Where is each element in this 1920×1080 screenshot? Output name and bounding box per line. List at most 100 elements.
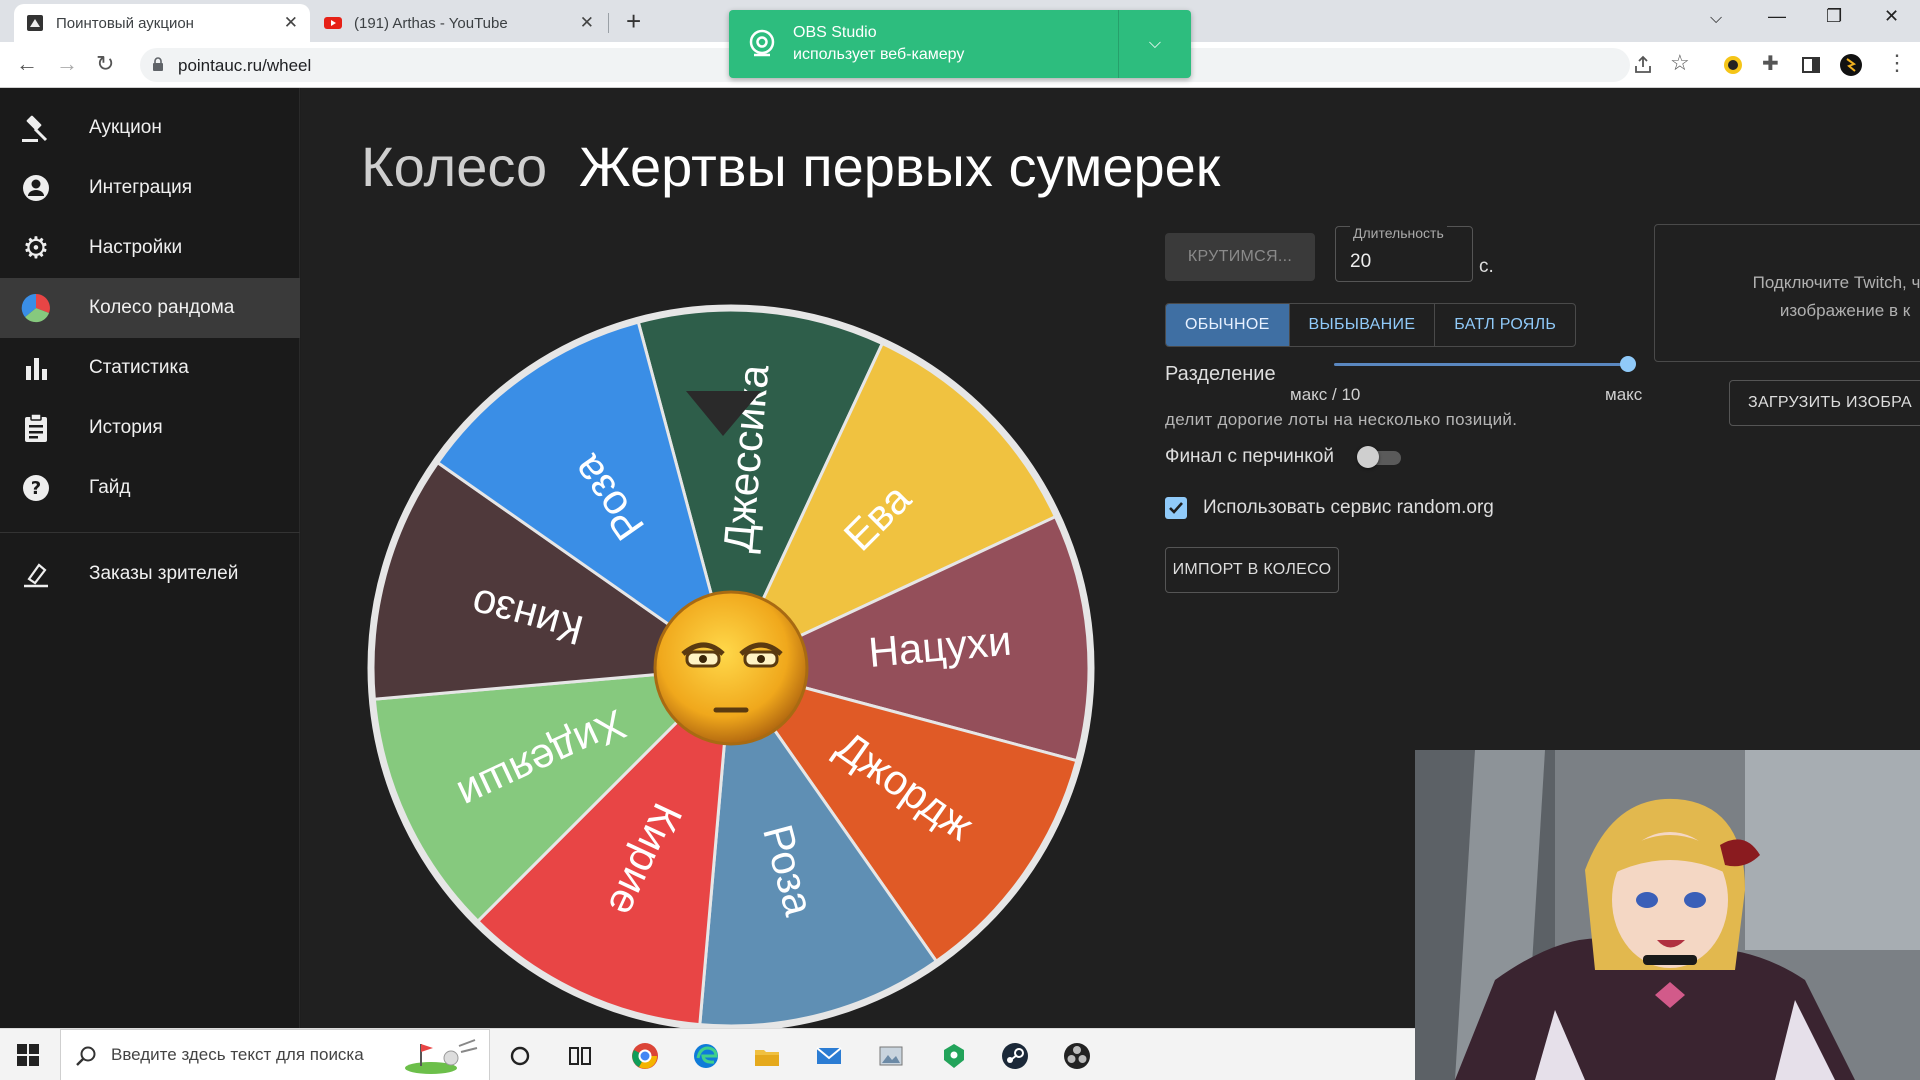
mode-elimination-button[interactable]: ВЫБЫВАНИЕ: [1290, 304, 1436, 346]
sidebar-item-viewer-orders[interactable]: Заказы зрителей: [0, 544, 300, 604]
windows-start-icon[interactable]: [16, 1043, 40, 1067]
obs-icon[interactable]: [1063, 1042, 1091, 1070]
browser-menu-icon[interactable]: ⋮: [1886, 50, 1908, 76]
webcam-anime-avatar: [1415, 750, 1920, 1080]
wheel-center-emoji-icon: [653, 590, 809, 746]
obs-notification-title: OBS Studio: [793, 24, 877, 41]
bookmark-star-icon[interactable]: ☆: [1670, 50, 1690, 76]
extension-badge-icon[interactable]: [1722, 54, 1744, 76]
sidebar-item-label: Заказы зрителей: [89, 563, 239, 584]
taskbar-search-input[interactable]: Введите здесь текст для поиска: [60, 1029, 490, 1080]
side-panel-icon[interactable]: [1800, 54, 1822, 76]
svg-text:?: ?: [31, 478, 41, 499]
twitch-connect-line: Подключите Twitch, что: [1752, 273, 1920, 292]
tab-separator: [608, 13, 609, 33]
help-icon: ?: [20, 472, 52, 504]
sidebar-item-label: Статистика: [89, 357, 189, 378]
random-org-checkbox[interactable]: [1165, 497, 1187, 519]
back-icon[interactable]: ←: [16, 51, 38, 77]
tab-title: Поинтовый аукцион: [56, 14, 194, 32]
split-hint: делит дорогие лоты на несколько позиций.: [1165, 410, 1518, 429]
duration-label: Длительность: [1350, 225, 1447, 241]
close-tab-icon[interactable]: ✕: [284, 13, 298, 33]
clipboard-icon: [20, 412, 52, 444]
mail-icon[interactable]: [815, 1042, 843, 1070]
wheel-mode-toggle-group: ОБЫЧНОЕ ВЫБЫВАНИЕ БАТЛ РОЯЛЬ: [1165, 303, 1577, 347]
sidebar-divider: [0, 532, 300, 533]
taskbar-search-placeholder: Введите здесь текст для поиска: [111, 1045, 364, 1064]
sidebar-item-statistics[interactable]: Статистика: [0, 338, 300, 398]
chevron-down-icon[interactable]: ⌵: [1119, 35, 1191, 53]
twitch-connect-panel: Подключите Twitch, что изображение в к: [1654, 224, 1920, 362]
sidebar-item-label: Интеграция: [89, 177, 193, 198]
close-window-icon[interactable]: ✕: [1884, 6, 1899, 27]
edge-icon[interactable]: [692, 1042, 720, 1070]
duration-unit: с.: [1479, 256, 1494, 277]
windows-taskbar: Введите здесь текст для поиска: [0, 1028, 1420, 1080]
sidebar-item-auction[interactable]: Аукцион: [0, 98, 300, 158]
tab-title: (191) Arthas - YouTube: [354, 14, 508, 32]
duration-field[interactable]: Длительность 20: [1335, 225, 1473, 282]
sidebar-item-label: Гайд: [89, 477, 131, 498]
task-view-icon[interactable]: [566, 1042, 594, 1070]
mode-normal-button[interactable]: ОБЫЧНОЕ: [1166, 304, 1290, 346]
profile-avatar-icon[interactable]: [1840, 54, 1862, 76]
split-slider-min-label: макс / 10: [1290, 385, 1361, 404]
import-to-wheel-button[interactable]: ИМПОРТ В КОЛЕСО: [1165, 547, 1339, 593]
twitch-connect-line: изображение в к: [1779, 301, 1911, 320]
final-label: Финал с перчинкой: [1165, 446, 1334, 467]
obs-notification-text: OBS Studio использует веб-камеру: [793, 22, 1118, 66]
sidebar-item-history[interactable]: История: [0, 398, 300, 458]
toggle-knob: [1357, 446, 1379, 468]
chrome-icon[interactable]: [631, 1042, 659, 1070]
forward-icon[interactable]: →: [56, 51, 78, 77]
restore-icon[interactable]: ❐: [1826, 6, 1842, 27]
search-icon: [76, 1046, 96, 1066]
minimize-icon[interactable]: —: [1768, 6, 1786, 27]
viewer-orders-icon: [20, 558, 52, 590]
url-text: pointauc.ru/wheel: [178, 56, 312, 75]
tab-pointauc[interactable]: Поинтовый аукцион ✕: [14, 4, 310, 42]
pie-chart-icon: [20, 292, 52, 324]
webcam-overlay: [1415, 750, 1920, 1080]
wheel-canvas: Джессика ЕваНацухиДжорджРозаКириеХидеяшиК…: [367, 304, 1095, 1032]
split-slider-track[interactable]: [1334, 363, 1628, 366]
sidebar-item-label: Колесо рандома: [89, 297, 235, 318]
bar-chart-icon: [20, 352, 52, 384]
mode-battle-royale-button[interactable]: БАТЛ РОЯЛЬ: [1435, 304, 1575, 346]
sidebar-item-guide[interactable]: ? Гайд: [0, 458, 300, 518]
pointauc-favicon-icon: [27, 15, 43, 31]
tab-search-chevron-icon[interactable]: ⌵: [1710, 10, 1722, 28]
file-explorer-icon[interactable]: [753, 1042, 781, 1070]
upload-image-button[interactable]: ЗАГРУЗИТЬ ИЗОБРА: [1729, 380, 1920, 426]
sidebar-item-label: Настройки: [89, 237, 183, 258]
share-icon[interactable]: [1632, 54, 1654, 76]
tab-youtube[interactable]: (191) Arthas - YouTube ✕: [312, 4, 606, 42]
cortana-icon[interactable]: [506, 1042, 534, 1070]
split-slider-thumb[interactable]: [1620, 356, 1636, 372]
page-title-prefix: Колесо: [361, 135, 548, 198]
sidebar-item-random-wheel[interactable]: Колесо рандома: [0, 278, 300, 338]
close-tab-icon[interactable]: ✕: [580, 13, 594, 33]
sidebar-item-label: История: [89, 417, 163, 438]
random-wheel[interactable]: Джессика Ева Нацухи Джордж Роза Кирие Хидеяши К…: [361, 298, 1101, 1038]
search-highlight-golf-icon: [405, 1039, 478, 1074]
spin-button[interactable]: КРУТИМСЯ...: [1165, 233, 1315, 281]
split-label: Разделение: [1165, 363, 1276, 385]
screen: Поинтовый аукцион ✕ (191) Arthas - YouTu…: [0, 0, 1920, 1080]
webcam-icon: [749, 29, 775, 57]
obs-notification-message: использует веб-камеру: [793, 46, 965, 63]
security-shield-icon[interactable]: [940, 1042, 968, 1070]
sidebar-item-settings[interactable]: ⚙ Настройки: [0, 218, 300, 278]
checkmark-icon: [1169, 502, 1183, 514]
duration-value: 20: [1350, 251, 1372, 272]
lock-icon: [153, 57, 163, 71]
final-toggle-switch[interactable]: [1357, 446, 1403, 468]
new-tab-icon[interactable]: +: [626, 8, 641, 34]
steam-icon[interactable]: [1001, 1042, 1029, 1070]
photos-icon[interactable]: [877, 1042, 905, 1070]
sidebar-item-integration[interactable]: Интеграция: [0, 158, 300, 218]
extensions-puzzle-icon[interactable]: ✚: [1762, 51, 1779, 76]
reload-icon[interactable]: ↻: [96, 51, 114, 77]
random-org-label: Использовать сервис random.org: [1203, 497, 1494, 518]
